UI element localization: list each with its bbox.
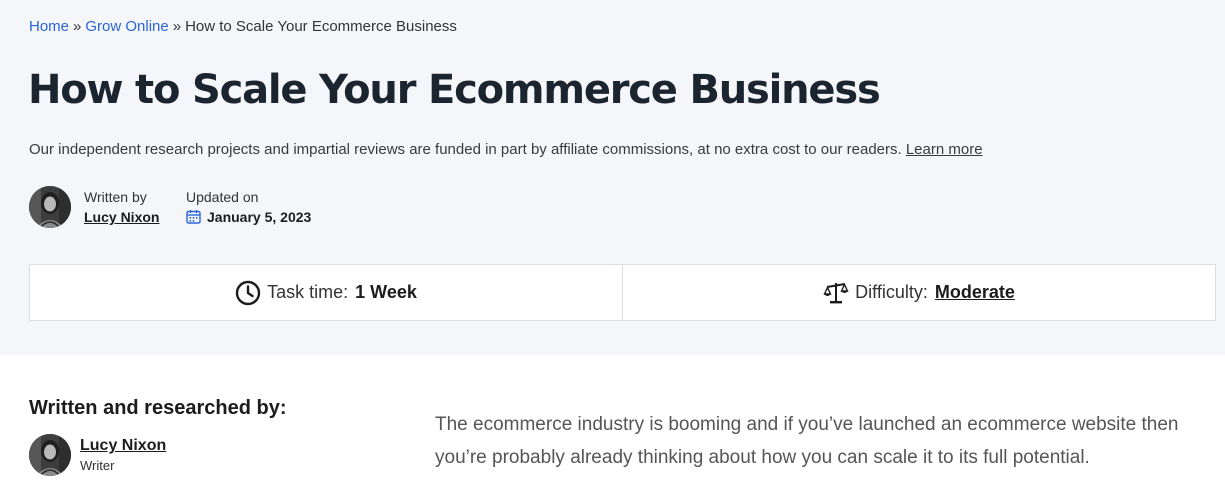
breadcrumb-section-link[interactable]: Grow Online bbox=[85, 18, 168, 35]
disclaimer-text: Our independent research projects and im… bbox=[29, 141, 902, 158]
task-summary-bar: Task time: 1 Week Difficulty: Moderate bbox=[29, 264, 1216, 321]
task-time-value: 1 Week bbox=[355, 282, 417, 302]
breadcrumb-separator: » bbox=[73, 18, 82, 35]
article-header: Home» Grow Online» How to Scale Your Ecomm… bbox=[0, 0, 1225, 355]
page-title: How to Scale Your Ecommerce Business bbox=[28, 67, 881, 113]
updated-date: January 5, 2023 bbox=[207, 209, 312, 225]
clock-icon bbox=[235, 280, 261, 305]
scale-icon bbox=[823, 282, 849, 303]
difficulty-value-link[interactable]: Moderate bbox=[935, 282, 1015, 303]
author-link[interactable]: Lucy Nixon bbox=[84, 208, 159, 226]
researcher-avatar[interactable] bbox=[29, 434, 71, 476]
calendar-icon bbox=[186, 210, 201, 224]
updated-on-label: Updated on bbox=[186, 189, 259, 205]
breadcrumb: Home» Grow Online» How to Scale Your Ecomm… bbox=[29, 17, 457, 37]
author-avatar[interactable] bbox=[29, 186, 71, 228]
difficulty-label: Difficulty: bbox=[855, 282, 928, 302]
researched-by-heading: Written and researched by: bbox=[29, 397, 287, 419]
breadcrumb-current: How to Scale Your Ecommerce Business bbox=[185, 18, 457, 35]
difficulty-stat: Difficulty: Moderate bbox=[622, 265, 1215, 320]
learn-more-link[interactable]: Learn more bbox=[906, 141, 983, 158]
breadcrumb-home-link[interactable]: Home bbox=[29, 18, 69, 35]
researcher-name-link[interactable]: Lucy Nixon bbox=[80, 436, 166, 456]
article-intro-paragraph: The ecommerce industry is booming and if… bbox=[435, 414, 1179, 468]
breadcrumb-separator: » bbox=[172, 18, 182, 35]
affiliate-disclaimer: Our independent research projects and im… bbox=[29, 140, 983, 160]
written-by-label: Written by bbox=[84, 189, 147, 205]
task-time-label: Task time: bbox=[267, 282, 349, 302]
task-time-stat: Task time: 1 Week bbox=[30, 265, 622, 320]
researcher-role: Writer bbox=[80, 458, 115, 473]
